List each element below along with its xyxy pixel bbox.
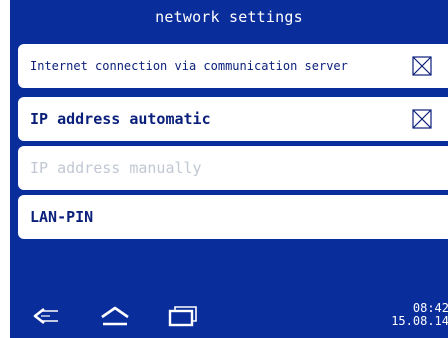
- clock: 08:42 15.08.14: [391, 302, 448, 328]
- ip-automatic-checkbox[interactable]: [412, 109, 432, 129]
- home-icon[interactable]: [98, 304, 132, 328]
- screen: network settings Internet connection via…: [0, 0, 448, 338]
- settings-panel: Internet connection via communication se…: [10, 33, 448, 295]
- internet-connection-row[interactable]: Internet connection via communication se…: [18, 44, 448, 88]
- navigation-bar: 08:42 15.08.14: [10, 295, 448, 338]
- internet-connection-checkbox[interactable]: [412, 56, 432, 76]
- lan-pin-label: LAN-PIN: [30, 208, 94, 226]
- page-title: network settings: [155, 7, 303, 26]
- ip-manual-label: IP address manually: [30, 159, 202, 177]
- header-bar: network settings: [10, 0, 448, 33]
- ip-automatic-label: IP address automatic: [30, 110, 211, 128]
- recent-apps-icon[interactable]: [166, 304, 200, 328]
- back-icon[interactable]: [30, 304, 62, 328]
- lan-pin-row[interactable]: LAN-PIN: [18, 195, 448, 239]
- ip-automatic-row[interactable]: IP address automatic: [18, 97, 448, 141]
- clock-date: 15.08.14: [391, 314, 448, 328]
- internet-connection-label: Internet connection via communication se…: [30, 59, 348, 73]
- ip-manual-row: IP address manually: [18, 146, 448, 190]
